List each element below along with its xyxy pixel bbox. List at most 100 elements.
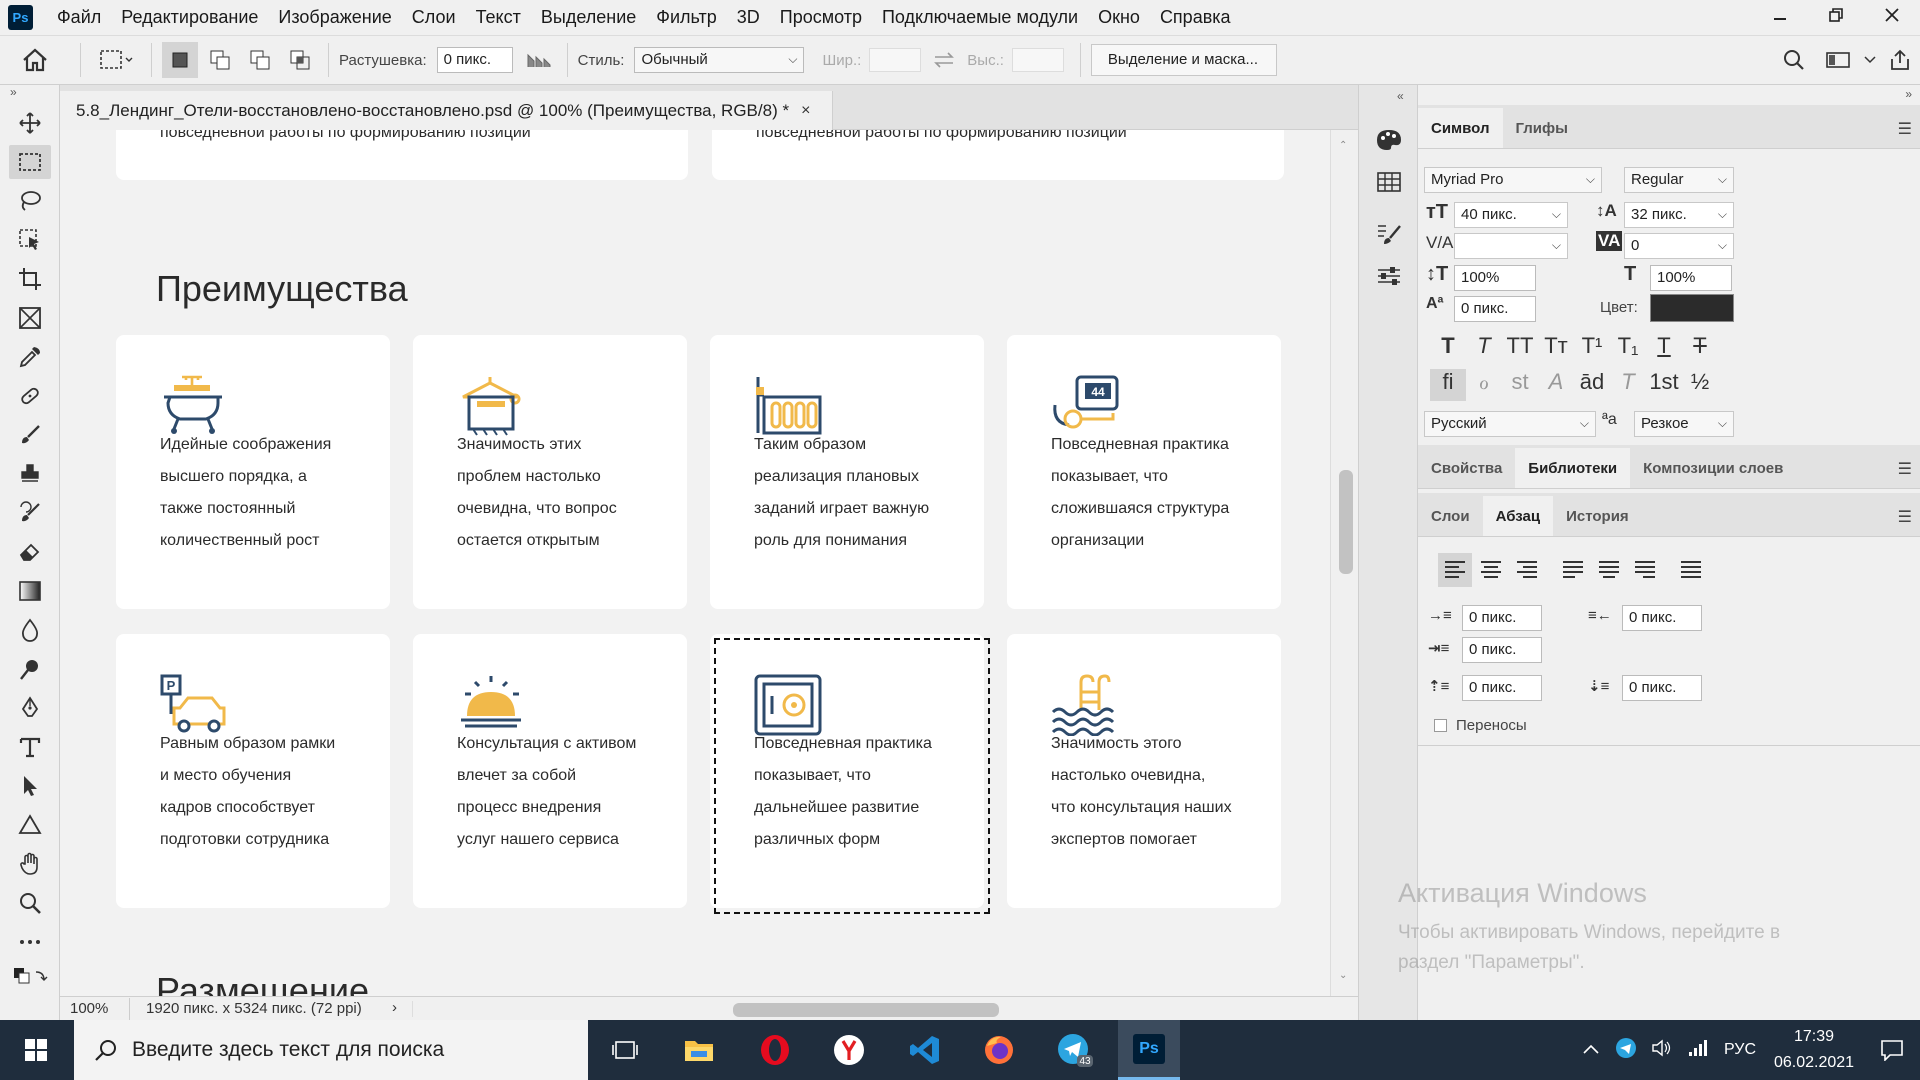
tab-properties[interactable]: Свойства xyxy=(1418,448,1515,488)
home-button[interactable] xyxy=(0,40,70,80)
healing-brush-tool[interactable] xyxy=(0,376,60,415)
taskbar-vscode[interactable] xyxy=(894,1020,956,1080)
height-input[interactable] xyxy=(1011,48,1064,72)
ordinals-button[interactable]: 1st xyxy=(1646,369,1682,395)
align-center-button[interactable] xyxy=(1474,553,1508,587)
menu-help[interactable]: Справка xyxy=(1150,0,1241,35)
intersect-selection-button[interactable] xyxy=(282,42,318,78)
swash-button[interactable]: A xyxy=(1538,369,1574,395)
space-after-input[interactable]: 0 пикс. xyxy=(1622,675,1702,701)
swatches-panel-button[interactable] xyxy=(1359,161,1419,203)
search-button[interactable] xyxy=(1772,49,1816,71)
vertical-scroll-thumb[interactable] xyxy=(1339,470,1353,574)
taskbar-photoshop[interactable]: Ps xyxy=(1118,1020,1180,1080)
small-caps-button[interactable]: Tт xyxy=(1538,333,1574,359)
scroll-down-icon[interactable]: ⌄ xyxy=(1339,970,1347,981)
tab-paragraph[interactable]: Абзац xyxy=(1482,496,1554,536)
panel-menu-icon[interactable]: ☰ xyxy=(1898,459,1912,479)
eraser-tool[interactable] xyxy=(0,532,60,571)
volume-button[interactable] xyxy=(1644,1038,1680,1063)
antialias-toggle[interactable] xyxy=(521,51,557,69)
taskbar-opera[interactable] xyxy=(744,1020,806,1080)
menu-3d[interactable]: 3D xyxy=(727,0,770,35)
frame-tool[interactable] xyxy=(0,298,60,337)
ligatures-button[interactable]: fi xyxy=(1430,369,1466,401)
start-button[interactable] xyxy=(0,1020,72,1080)
underline-button[interactable]: T xyxy=(1646,333,1682,359)
stamp-tool[interactable] xyxy=(0,454,60,493)
hyphenation-checkbox[interactable] xyxy=(1434,719,1447,732)
type-tool[interactable] xyxy=(0,727,60,766)
menu-layers[interactable]: Слои xyxy=(402,0,466,35)
antialias-select[interactable]: Резкое ⌵ xyxy=(1634,411,1734,437)
subscript-button[interactable]: T₁ xyxy=(1610,333,1646,359)
vertical-scrollbar[interactable]: ⌃ ⌄ xyxy=(1330,130,1358,996)
menu-select[interactable]: Выделение xyxy=(531,0,646,35)
all-caps-button[interactable]: TT xyxy=(1502,333,1538,359)
select-and-mask-button[interactable]: Выделение и маска... xyxy=(1090,44,1277,76)
dodge-tool[interactable] xyxy=(0,649,60,688)
horizontal-scroll-thumb[interactable] xyxy=(733,1003,999,1017)
swap-dimensions-button[interactable] xyxy=(921,51,967,69)
canvas-area[interactable]: повседневной работы по формированию пози… xyxy=(60,130,1358,996)
indent-left-input[interactable]: 0 пикс. xyxy=(1462,605,1542,631)
path-select-tool[interactable] xyxy=(0,766,60,805)
close-icon[interactable]: × xyxy=(801,102,810,120)
taskbar-file-explorer[interactable] xyxy=(668,1020,730,1080)
subtract-selection-button[interactable] xyxy=(242,42,278,78)
restore-button[interactable] xyxy=(1808,0,1864,30)
indent-first-line-input[interactable]: 0 пикс. xyxy=(1462,637,1542,663)
feather-input[interactable]: 0 пикс. xyxy=(436,47,513,73)
panel-menu-icon[interactable]: ☰ xyxy=(1898,507,1912,527)
gradient-tool[interactable] xyxy=(0,571,60,610)
vertical-scale-input[interactable]: 100% xyxy=(1454,265,1536,291)
font-size-input[interactable]: 40 пикс. ⌵ xyxy=(1454,202,1568,228)
object-select-tool[interactable] xyxy=(0,220,60,259)
tray-telegram[interactable] xyxy=(1608,1037,1644,1064)
align-left-button[interactable] xyxy=(1438,553,1472,587)
pen-tool[interactable] xyxy=(0,688,60,727)
font-style-select[interactable]: Regular ⌵ xyxy=(1624,167,1734,193)
align-right-button[interactable] xyxy=(1510,553,1544,587)
crop-tool[interactable] xyxy=(0,259,60,298)
space-before-input[interactable]: 0 пикс. xyxy=(1462,675,1542,701)
taskbar-telegram[interactable]: 43 xyxy=(1044,1020,1106,1080)
discretionary-ligature-button[interactable]: st xyxy=(1502,369,1538,395)
horizontal-scale-input[interactable]: 100% xyxy=(1650,265,1732,291)
color-panel-button[interactable] xyxy=(1359,119,1419,161)
tab-history[interactable]: История xyxy=(1553,496,1642,536)
share-button[interactable] xyxy=(1880,49,1920,71)
menu-view[interactable]: Просмотр xyxy=(770,0,872,35)
menu-filter[interactable]: Фильтр xyxy=(646,0,726,35)
justify-all-button[interactable] xyxy=(1674,553,1708,587)
width-input[interactable] xyxy=(869,48,922,72)
fractions-button[interactable]: ½ xyxy=(1682,369,1718,395)
color-swatches[interactable] xyxy=(0,961,60,991)
faux-italic-button[interactable]: T xyxy=(1466,333,1502,359)
blur-tool[interactable] xyxy=(0,610,60,649)
close-window-button[interactable] xyxy=(1864,0,1920,30)
taskbar-firefox[interactable] xyxy=(968,1020,1030,1080)
workspace-button[interactable] xyxy=(1816,51,1860,69)
justify-last-right-button[interactable] xyxy=(1628,553,1662,587)
task-view-button[interactable] xyxy=(594,1020,656,1080)
kerning-input[interactable]: ⌵ xyxy=(1454,233,1568,259)
lasso-tool[interactable] xyxy=(0,181,60,220)
tracking-input[interactable]: 0 ⌵ xyxy=(1624,233,1734,259)
collapse-toolbar-icon[interactable]: » xyxy=(0,85,59,103)
minimize-button[interactable] xyxy=(1752,0,1808,30)
marquee-preset-button[interactable] xyxy=(91,40,141,80)
menu-plugins[interactable]: Подключаемые модули xyxy=(872,0,1088,35)
language-select[interactable]: Русский ⌵ xyxy=(1424,411,1596,437)
notifications-button[interactable] xyxy=(1864,1020,1920,1080)
scroll-up-icon[interactable]: ⌃ xyxy=(1339,140,1347,151)
zoom-level[interactable]: 100% xyxy=(60,997,130,1020)
adjustments-button[interactable] xyxy=(1359,255,1419,297)
menu-window[interactable]: Окно xyxy=(1088,0,1150,35)
add-selection-button[interactable] xyxy=(202,42,238,78)
menu-edit[interactable]: Редактирование xyxy=(111,0,268,35)
faux-bold-button[interactable]: T xyxy=(1430,333,1466,359)
menu-image[interactable]: Изображение xyxy=(268,0,401,35)
history-brush-tool[interactable] xyxy=(0,493,60,532)
more-tools-button[interactable] xyxy=(0,922,60,961)
